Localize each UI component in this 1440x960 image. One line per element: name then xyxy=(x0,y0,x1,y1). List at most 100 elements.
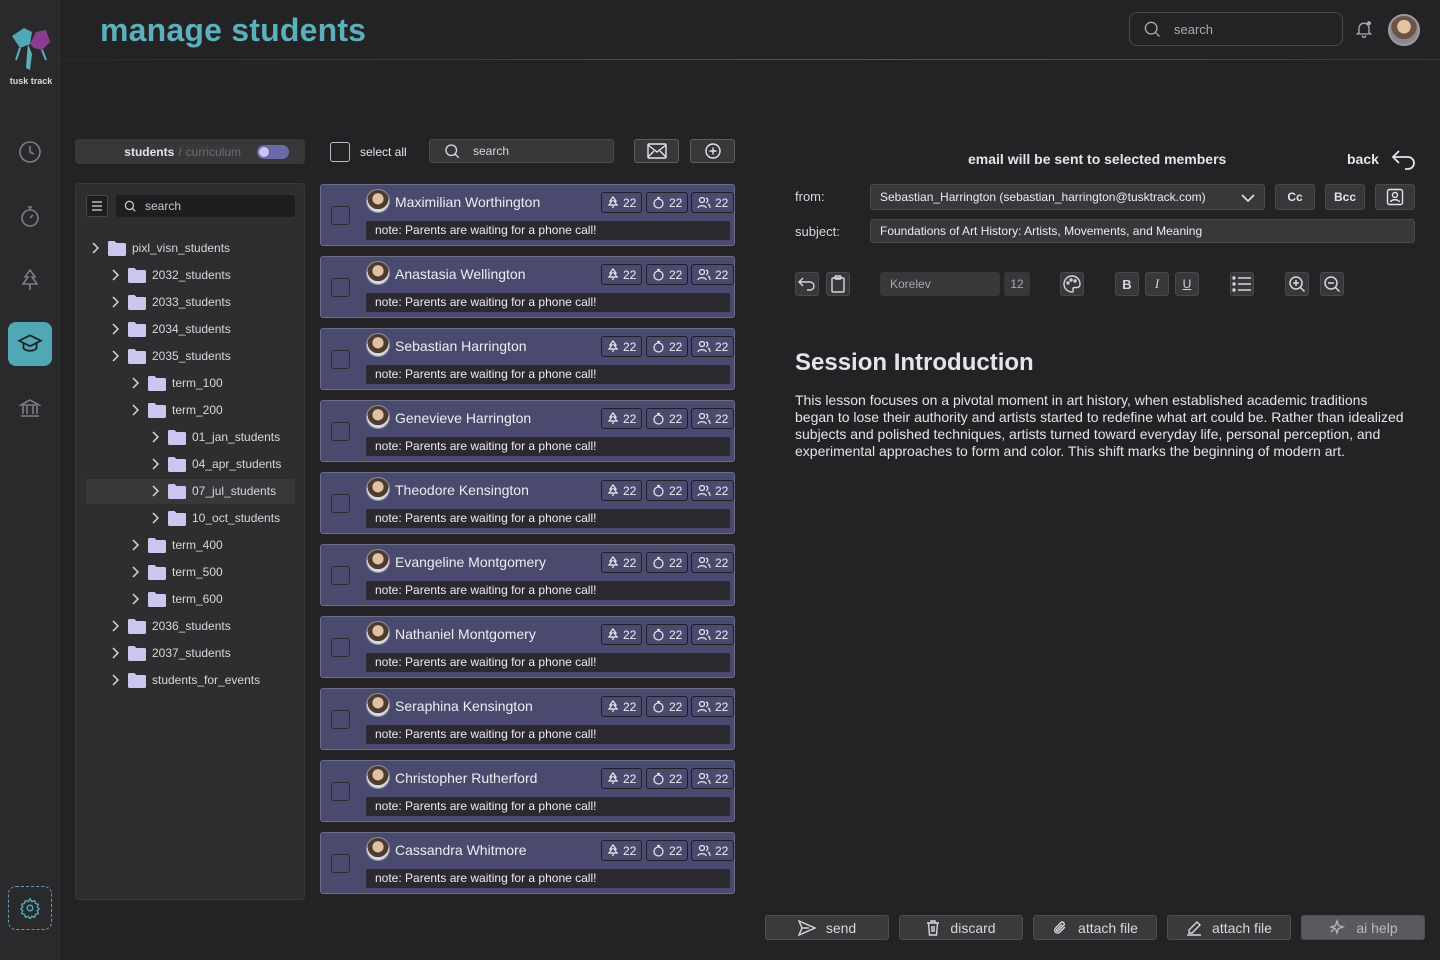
attach-signature-button[interactable]: attach file xyxy=(1167,915,1291,940)
underline-button[interactable]: U xyxy=(1175,272,1199,296)
tree-item[interactable]: term_600 xyxy=(128,586,223,612)
tree-item[interactable]: students_for_events xyxy=(108,667,260,693)
subject-input[interactable]: Foundations of Art History: Artists, Mov… xyxy=(870,219,1415,243)
notifications-button[interactable] xyxy=(1354,19,1374,39)
view-toggle[interactable] xyxy=(257,144,289,159)
student-name[interactable]: Evangeline Montgomery xyxy=(395,554,546,570)
student-name[interactable]: Maximilian Worthington xyxy=(395,194,540,210)
student-checkbox[interactable] xyxy=(331,566,350,585)
tree-item[interactable]: 07_jul_students xyxy=(148,478,276,504)
tree-item[interactable]: 2037_students xyxy=(108,640,231,666)
student-card[interactable]: Theodore Kensington 22 22 22 note: Parents a… xyxy=(320,472,735,534)
brand-logo[interactable]: tusk track xyxy=(6,24,56,92)
clock-icon xyxy=(19,141,41,163)
group-count: 22 xyxy=(715,411,729,426)
student-name[interactable]: Nathaniel Montgomery xyxy=(395,626,536,642)
tree-search-input[interactable]: search xyxy=(116,195,295,217)
tree-item[interactable]: 04_apr_students xyxy=(148,451,281,477)
cc-button[interactable]: Cc xyxy=(1275,184,1315,210)
student-checkbox[interactable] xyxy=(331,710,350,729)
document-body[interactable]: This lesson focuses on a pivotal moment … xyxy=(795,392,1405,460)
add-student-button[interactable] xyxy=(690,139,735,163)
nav-timer-button[interactable] xyxy=(8,194,52,238)
student-checkbox[interactable] xyxy=(331,854,350,873)
student-checkbox[interactable] xyxy=(331,782,350,801)
bullet-list-button[interactable] xyxy=(1230,272,1254,296)
attach-file-label: attach file xyxy=(1078,919,1138,936)
tree-item[interactable]: 2032_students xyxy=(108,262,231,288)
tree-item[interactable]: term_400 xyxy=(128,532,223,558)
student-name[interactable]: Cassandra Whitmore xyxy=(395,842,527,858)
contacts-button[interactable] xyxy=(1375,184,1415,210)
timer-count-badge: 22 xyxy=(646,768,689,789)
group-count: 22 xyxy=(715,555,729,570)
color-button[interactable] xyxy=(1060,272,1084,296)
student-checkbox[interactable] xyxy=(331,206,350,225)
document-title[interactable]: Session Introduction xyxy=(795,349,1034,377)
tree-item[interactable]: 01_jan_students xyxy=(148,424,280,450)
user-avatar[interactable] xyxy=(1388,14,1420,46)
tree-item[interactable]: 2035_students xyxy=(108,343,231,369)
tree-item[interactable]: term_500 xyxy=(128,559,223,585)
tree-item[interactable]: term_200 xyxy=(128,397,223,423)
font-family-select[interactable]: Korelev xyxy=(880,272,1000,296)
back-button[interactable]: back xyxy=(1347,148,1417,170)
students-curriculum-switch[interactable]: students / curriculum xyxy=(75,139,305,164)
send-button[interactable]: send xyxy=(765,915,889,940)
student-card[interactable]: Anastasia Wellington 22 22 22 note: Parents … xyxy=(320,256,735,318)
nav-history-button[interactable] xyxy=(8,130,52,174)
folder-icon xyxy=(128,645,146,661)
tree-item[interactable]: 10_oct_students xyxy=(148,505,280,531)
send-label: send xyxy=(825,919,857,936)
student-name[interactable]: Anastasia Wellington xyxy=(395,266,525,282)
from-select[interactable]: Sebastian_Harrington (sebastian_harringt… xyxy=(870,184,1265,210)
student-avatar xyxy=(366,765,390,789)
tree-item[interactable]: pixl_visn_students xyxy=(88,235,230,261)
global-search-input[interactable]: search xyxy=(1129,12,1343,46)
paste-button[interactable] xyxy=(826,272,850,296)
nav-tree-button[interactable] xyxy=(8,258,52,302)
discard-button[interactable]: discard xyxy=(899,915,1023,940)
student-checkbox[interactable] xyxy=(331,422,350,441)
select-all-label[interactable]: select all xyxy=(360,145,407,159)
tree-menu-button[interactable] xyxy=(86,195,108,217)
student-card[interactable]: Seraphina Kensington 22 22 22 note: Parents … xyxy=(320,688,735,750)
student-checkbox[interactable] xyxy=(331,494,350,513)
student-card[interactable]: Cassandra Whitmore 22 22 22 note: Parents ar… xyxy=(320,832,735,894)
settings-button[interactable] xyxy=(8,886,52,930)
student-name[interactable]: Christopher Rutherford xyxy=(395,770,537,786)
bold-button[interactable]: B xyxy=(1115,272,1139,296)
tree-item[interactable]: 2033_students xyxy=(108,289,231,315)
student-name[interactable]: Theodore Kensington xyxy=(395,482,529,498)
tree-item[interactable]: 2036_students xyxy=(108,613,231,639)
student-card[interactable]: Genevieve Harrington 22 22 22 note: Parents … xyxy=(320,400,735,462)
student-card[interactable]: Sebastian Harrington 22 22 22 note: Parents … xyxy=(320,328,735,390)
ai-help-button[interactable]: ai help xyxy=(1301,915,1425,940)
student-checkbox[interactable] xyxy=(331,350,350,369)
student-card[interactable]: Christopher Rutherford 22 22 22 note: Parent… xyxy=(320,760,735,822)
italic-button[interactable]: I xyxy=(1145,272,1169,296)
student-checkbox[interactable] xyxy=(331,278,350,297)
font-size-select[interactable]: 12 xyxy=(1004,272,1030,296)
tree-item[interactable]: term_100 xyxy=(128,370,223,396)
student-name[interactable]: Seraphina Kensington xyxy=(395,698,533,714)
student-name[interactable]: Sebastian Harrington xyxy=(395,338,527,354)
student-search-input[interactable]: search xyxy=(429,139,614,163)
undo-button[interactable] xyxy=(795,272,819,296)
student-card[interactable]: Maximilian Worthington 22 22 22 note: Parent… xyxy=(320,184,735,246)
tree-item[interactable]: 2034_students xyxy=(108,316,231,342)
student-name[interactable]: Genevieve Harrington xyxy=(395,410,531,426)
compose-email-button[interactable] xyxy=(634,139,679,163)
select-all-checkbox[interactable] xyxy=(330,142,350,162)
clipboard-icon xyxy=(831,275,845,293)
attach-file-button[interactable]: attach file xyxy=(1033,915,1157,940)
bcc-button[interactable]: Bcc xyxy=(1325,184,1365,210)
zoom-out-button[interactable] xyxy=(1320,272,1344,296)
student-card[interactable]: Evangeline Montgomery 22 22 22 note: Parents… xyxy=(320,544,735,606)
student-checkbox[interactable] xyxy=(331,638,350,657)
nav-institution-button[interactable] xyxy=(8,386,52,430)
student-card[interactable]: Nathaniel Montgomery 22 22 22 note: Parents … xyxy=(320,616,735,678)
chevron-right-icon xyxy=(112,269,119,281)
zoom-in-button[interactable] xyxy=(1285,272,1309,296)
nav-students-button[interactable] xyxy=(8,322,52,366)
